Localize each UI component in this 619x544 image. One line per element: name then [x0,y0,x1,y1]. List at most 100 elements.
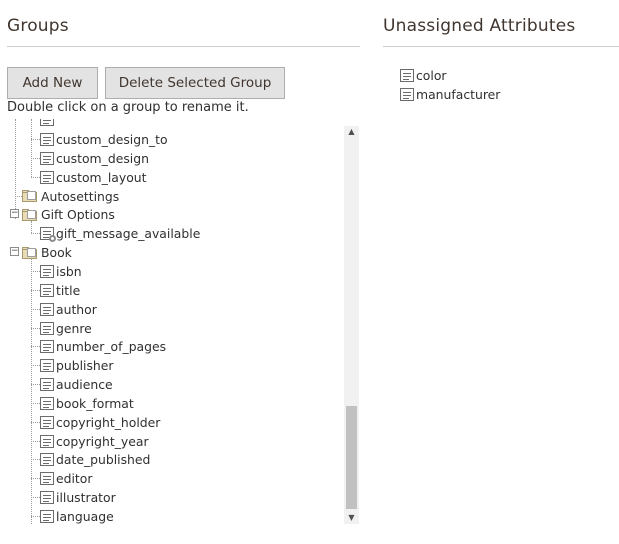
tree-branch-line [31,384,40,386]
collapse-toggle-icon[interactable]: − [10,209,19,219]
tree-branch-line [31,346,40,348]
tree-attribute-label: isbn [56,263,82,279]
tree-branch-line [31,459,40,461]
tree-branch-line [31,440,40,442]
tree-attribute-item[interactable]: publisher [40,356,114,375]
tree-attribute-item[interactable]: title [40,281,80,300]
tree-branch-line [31,365,40,367]
attribute-icon [40,378,54,392]
attribute-icon [40,119,54,126]
groups-divider [7,46,360,47]
attribute-icon [40,434,54,448]
tree-group-book[interactable]: Book [22,243,72,262]
tree-attribute-item[interactable]: date_published [40,450,150,469]
tree-attribute-item[interactable]: book_format [40,394,134,413]
tree-scrollbar[interactable]: ▲ ▼ [344,126,359,524]
tree-branch-line [31,421,40,423]
folder-icon [22,208,38,221]
tree-branch-line [31,259,32,525]
attribute-icon [40,510,54,523]
attribute-icon [40,359,54,373]
tree-attribute-label: audience [56,377,113,393]
tree-branch-line [31,233,40,235]
tree-attribute-label: date_published [56,452,151,468]
attribute-icon [40,491,54,505]
scroll-thumb[interactable] [346,406,357,509]
attribute-icon [40,283,54,297]
system-attribute-icon [40,227,56,243]
tree-attribute-item[interactable]: copyright_year [40,432,149,451]
unassigned-attribute-item[interactable]: color [400,66,447,84]
attribute-icon [40,302,54,316]
tree-branch-line [31,402,40,404]
tree-attribute-item[interactable]: audience [40,375,113,394]
attribute-icon [40,453,54,467]
tree-attribute-label: copyright_holder [56,414,161,430]
tree-branch-line [15,119,16,219]
tree-attribute-item[interactable]: gift_message_available [40,224,200,243]
tree-branch-line [15,195,22,197]
collapse-toggle-icon[interactable]: − [10,247,19,257]
attribute-icon [40,264,54,278]
tree-attribute-item[interactable]: language [40,507,114,525]
tree-branch-line [31,139,40,140]
tree-group-label: Autosettings [41,188,120,204]
attribute-icon [40,340,54,354]
tree-attribute-label: number_of_pages [56,339,167,355]
tree-attribute-label: title [56,282,81,298]
attribute-icon [40,321,54,335]
unassigned-divider [383,46,619,47]
tree-attribute-item[interactable]: copyright_holder [40,413,160,432]
unassigned-attribute-item[interactable]: manufacturer [400,85,500,103]
unassigned-attribute-label: manufacturer [416,86,501,102]
tree-attribute-item[interactable]: author [40,300,97,319]
tree-group-label: Gift Options [41,207,115,223]
tree-attribute-label: custom_design [56,150,149,166]
attribute-icon [40,170,54,184]
tree-attribute-item[interactable]: custom_design [40,149,149,168]
attribute-icon [40,415,54,429]
tree-attribute-item[interactable]: custom_design_to [40,130,168,149]
tree-attribute-item[interactable]: illustrator [40,488,116,507]
scroll-up-arrow[interactable]: ▲ [344,126,359,138]
tree-branch-line [31,289,40,291]
tree-branch-line [31,516,40,517]
tree-branch-line [31,176,40,178]
tree-attribute-label: gift_message_available [56,226,201,242]
rename-hint: Double click on a group to rename it. [7,100,249,115]
folder-icon [22,190,38,203]
delete-selected-group-button[interactable]: Delete Selected Group [105,67,285,99]
tree-attribute-label: author [56,301,97,317]
add-new-group-button[interactable]: Add New [7,67,98,99]
tree-attribute-item[interactable]: editor [40,469,92,488]
tree-attribute-label: book_format [56,395,134,411]
tree-attribute-label: editor [56,471,93,487]
attribute-icon [40,396,54,410]
tree-group-autosettings[interactable]: Autosettings [22,187,119,206]
tree-branch-line [31,308,40,310]
tree-item-partial [40,119,56,129]
tree-attribute-label: custom_layout [56,169,147,185]
tree-branch-line [31,478,40,480]
attribute-icon [40,133,54,146]
tree-attribute-item[interactable]: custom_layout [40,168,147,187]
tree-attribute-label: custom_design_to [56,132,168,147]
tree-branch-line [31,327,40,329]
tree-attribute-item[interactable]: isbn [40,262,82,281]
tree-attribute-label: publisher [56,358,114,374]
tree-group-gift-options[interactable]: Gift Options [22,205,115,224]
tree-attribute-label: language [56,509,114,524]
attribute-icon [400,68,414,82]
tree-attribute-item[interactable]: number_of_pages [40,337,166,356]
attribute-icon [40,151,54,165]
attribute-icon [40,472,54,486]
unassigned-attribute-label: color [416,67,447,83]
tree-branch-line [31,270,40,272]
groups-title: Groups [7,16,69,36]
tree-branch-line [31,497,40,499]
group-tree[interactable]: custom_design_to custom_design custom_layo… [0,119,361,525]
scroll-down-arrow[interactable]: ▼ [344,512,359,524]
tree-group-label: Book [41,245,72,261]
unassigned-attributes-title: Unassigned Attributes [383,16,576,36]
tree-attribute-item[interactable]: genre [40,319,92,338]
